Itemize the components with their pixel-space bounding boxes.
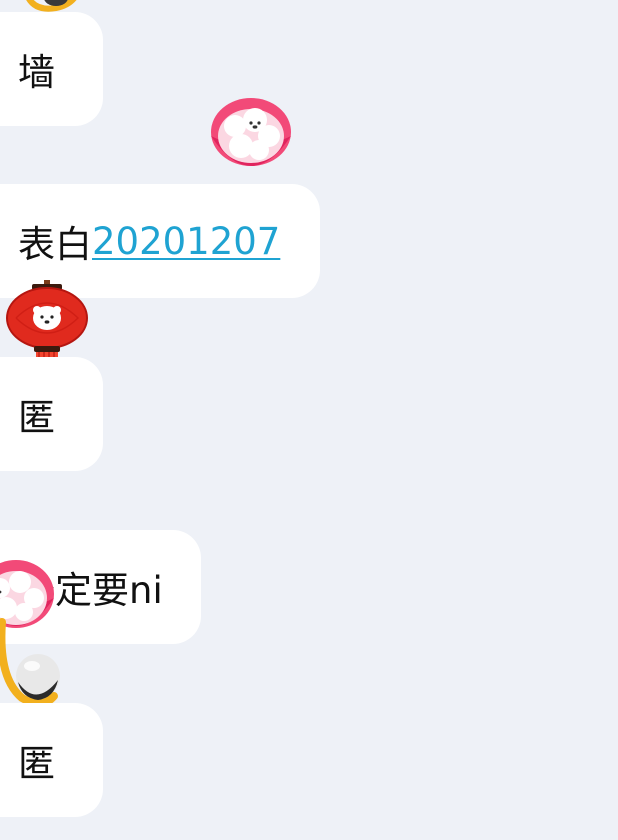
chat-message-bubble[interactable]: 墙	[0, 12, 103, 126]
chat-message-bubble[interactable]: 匿	[0, 357, 103, 471]
glutinous-rice-ball-bowl-icon	[207, 96, 297, 180]
red-lantern-icon	[6, 280, 92, 362]
chat-message-bubble[interactable]: 匿	[0, 703, 103, 817]
date-link[interactable]: 20201207	[92, 220, 280, 263]
spoon-with-rice-ball-icon	[0, 618, 68, 710]
message-text: 匿	[18, 742, 55, 785]
message-text: 匿	[18, 396, 55, 439]
message-text: 表白	[18, 223, 92, 266]
message-text: 墙	[18, 51, 55, 94]
